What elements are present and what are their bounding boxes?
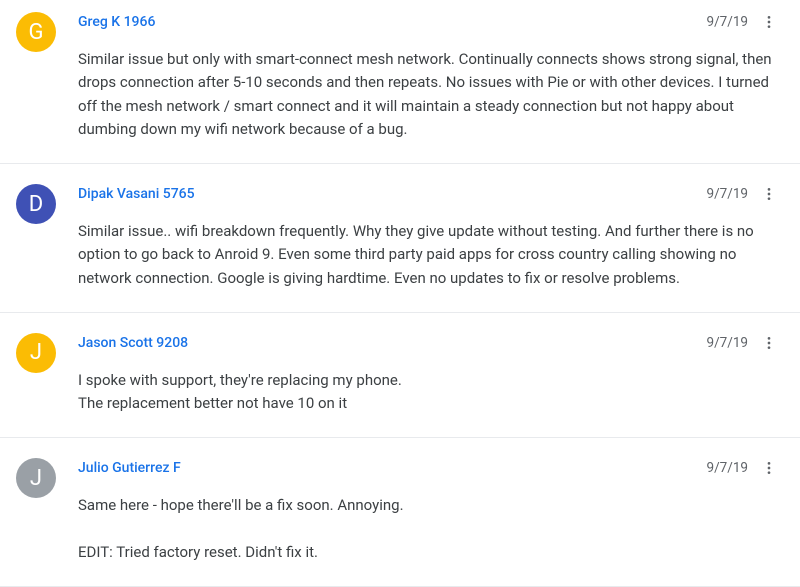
comment-header: Julio Gutierrez F 9/7/19	[78, 456, 778, 480]
comment-body: Dipak Vasani 5765 9/7/19 Similar issue..…	[78, 182, 778, 290]
comment-item: D Dipak Vasani 5765 9/7/19 Similar issue…	[0, 164, 800, 313]
author-link[interactable]: Julio Gutierrez F	[78, 460, 181, 476]
more-options-button[interactable]	[760, 456, 778, 480]
avatar[interactable]: D	[16, 184, 56, 224]
comment-text: I spoke with support, they're replacing …	[78, 369, 778, 416]
comment-date: 9/7/19	[707, 335, 749, 351]
comment-body: Jason Scott 9208 9/7/19 I spoke with sup…	[78, 331, 778, 416]
more-vert-icon	[761, 335, 777, 351]
more-options-button[interactable]	[760, 182, 778, 206]
comment-text: Same here - hope there'll be a fix soon.…	[78, 494, 778, 564]
comment-item: G Greg K 1966 9/7/19 Similar issue but o…	[0, 0, 800, 164]
more-vert-icon	[761, 186, 777, 202]
comment-date: 9/7/19	[707, 186, 749, 202]
comment-date: 9/7/19	[707, 460, 749, 476]
comment-header: Dipak Vasani 5765 9/7/19	[78, 182, 778, 206]
comment-body: Greg K 1966 9/7/19 Similar issue but onl…	[78, 10, 778, 141]
comment-list: G Greg K 1966 9/7/19 Similar issue but o…	[0, 0, 800, 587]
author-link[interactable]: Jason Scott 9208	[78, 335, 188, 351]
comment-header: Jason Scott 9208 9/7/19	[78, 331, 778, 355]
more-vert-icon	[761, 460, 777, 476]
more-vert-icon	[761, 14, 777, 30]
avatar[interactable]: J	[16, 458, 56, 498]
avatar[interactable]: G	[16, 12, 56, 52]
comment-item: J Jason Scott 9208 9/7/19 I spoke with s…	[0, 313, 800, 439]
comment-header: Greg K 1966 9/7/19	[78, 10, 778, 34]
comment-text: Similar issue but only with smart-connec…	[78, 48, 778, 141]
comment-item: J Julio Gutierrez F 9/7/19 Same here - h…	[0, 438, 800, 587]
more-options-button[interactable]	[760, 331, 778, 355]
author-link[interactable]: Dipak Vasani 5765	[78, 186, 195, 202]
comment-date: 9/7/19	[707, 14, 749, 30]
avatar[interactable]: J	[16, 333, 56, 373]
comment-body: Julio Gutierrez F 9/7/19 Same here - hop…	[78, 456, 778, 564]
more-options-button[interactable]	[760, 10, 778, 34]
comment-text: Similar issue.. wifi breakdown frequentl…	[78, 220, 778, 290]
author-link[interactable]: Greg K 1966	[78, 14, 155, 30]
